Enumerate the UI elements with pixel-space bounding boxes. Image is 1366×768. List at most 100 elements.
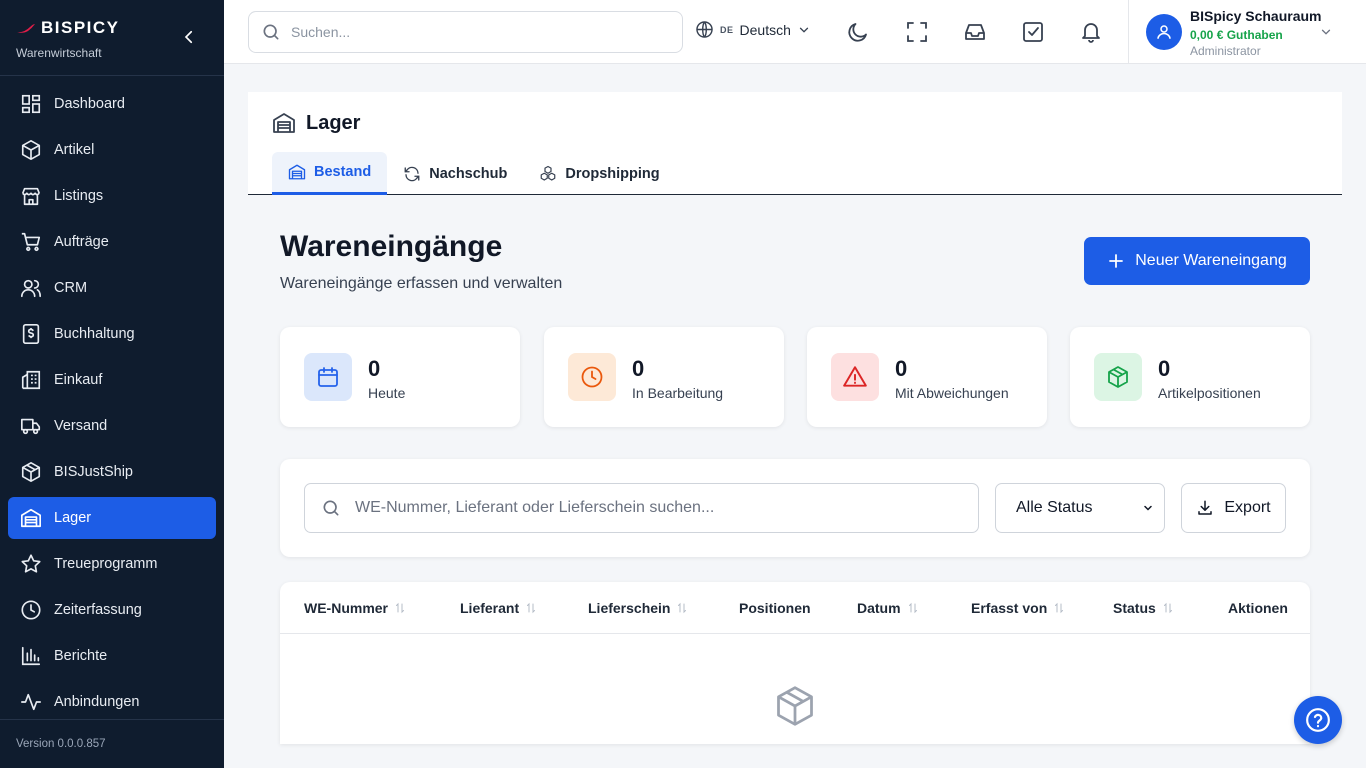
sidebar-item-lager[interactable]: Lager xyxy=(8,497,216,539)
section-subheading: Wareneingänge erfassen und verwalten xyxy=(280,275,563,292)
stat-card-article-positions: 0 Artikelpositionen xyxy=(1070,327,1310,427)
column-header-aktionen: Aktionen xyxy=(1228,600,1288,616)
sidebar-item-zeiterfassung[interactable]: Zeiterfassung xyxy=(8,589,216,631)
stat-value: 0 xyxy=(632,356,645,381)
stat-card-today: 0 Heute xyxy=(280,327,520,427)
language-selector[interactable]: DE Deutsch xyxy=(695,20,811,39)
chevron-down-icon xyxy=(799,27,809,33)
help-button[interactable] xyxy=(1294,696,1342,744)
user-menu[interactable]: BISpicy Schauraum 0,00 € Guthaben Admini… xyxy=(1128,0,1366,64)
search-icon xyxy=(263,24,279,40)
sidebar-item-label: Anbindungen xyxy=(54,694,140,710)
sidebar-item-auftraege[interactable]: Aufträge xyxy=(8,221,216,263)
sidebar-item-einkauf[interactable]: Einkauf xyxy=(8,359,216,401)
activity-icon xyxy=(21,693,41,711)
section-heading: Wareneingänge xyxy=(280,230,503,263)
chevron-down-icon xyxy=(1144,505,1152,511)
sidebar-item-artikel[interactable]: Artikel xyxy=(8,129,216,171)
sidebar-item-label: Lager xyxy=(54,510,92,526)
truck-icon xyxy=(21,418,41,435)
sidebar-item-label: Zeiterfassung xyxy=(54,602,142,618)
star-icon xyxy=(21,554,41,573)
brand-logo[interactable]: BISPICY xyxy=(16,18,120,38)
sidebar-item-dashboard[interactable]: Dashboard xyxy=(8,83,216,125)
column-label: Positionen xyxy=(739,600,811,616)
table-header: WE-Nummer Lieferant Lieferschein Positio… xyxy=(280,582,1310,634)
sidebar-item-label: Dashboard xyxy=(54,96,125,112)
column-label: Lieferschein xyxy=(588,600,671,616)
user-icon xyxy=(1157,25,1171,39)
status-filter-value: Alle Status xyxy=(1016,499,1093,516)
stat-label: In Bearbeitung xyxy=(632,385,724,401)
sidebar-item-bisjustship[interactable]: BISJustShip xyxy=(8,451,216,493)
topbar: DE Deutsch BISpicy Schauraum 0,00 € Guth… xyxy=(224,0,1366,64)
warehouse-icon xyxy=(21,508,41,528)
boxes-icon xyxy=(541,165,556,181)
goods-receipt-search[interactable] xyxy=(304,483,979,533)
new-goods-receipt-label: Neuer Wareneingang xyxy=(1135,252,1287,269)
tasks-checkbox-icon[interactable] xyxy=(1021,20,1045,44)
dark-mode-moon-icon[interactable] xyxy=(846,20,870,44)
search-icon xyxy=(323,500,339,516)
sidebar-item-label: Aufträge xyxy=(54,234,109,250)
filter-bar: Alle Status Export xyxy=(280,459,1310,557)
stat-value: 0 xyxy=(895,356,908,381)
column-header-status[interactable]: Status xyxy=(1113,600,1174,616)
export-button[interactable]: Export xyxy=(1181,483,1286,533)
goods-receipt-table: WE-Nummer Lieferant Lieferschein Positio… xyxy=(280,582,1310,744)
user-role: Administrator xyxy=(1190,44,1261,58)
sidebar-item-anbindungen[interactable]: Anbindungen xyxy=(8,681,216,723)
tab-bar: Bestand Nachschub Dropshipping xyxy=(272,152,676,195)
stat-icon-box xyxy=(304,353,352,401)
status-filter-select[interactable]: Alle Status xyxy=(995,483,1165,533)
sort-icon xyxy=(908,602,917,614)
column-header-lieferschein[interactable]: Lieferschein xyxy=(588,600,688,616)
chevron-down-icon xyxy=(1321,29,1331,35)
fullscreen-icon[interactable] xyxy=(905,20,929,44)
sidebar-item-crm[interactable]: CRM xyxy=(8,267,216,309)
store-icon xyxy=(21,187,41,206)
global-search-input[interactable] xyxy=(291,24,661,40)
warehouse-icon xyxy=(273,113,295,133)
tab-dropshipping[interactable]: Dropshipping xyxy=(523,152,675,195)
column-header-lieferant[interactable]: Lieferant xyxy=(460,600,537,616)
dashboard-icon xyxy=(21,94,41,114)
inbox-icon[interactable] xyxy=(963,20,987,44)
column-label: Datum xyxy=(857,600,901,616)
sort-icon xyxy=(678,602,687,614)
clock-icon xyxy=(21,600,41,620)
sidebar-item-label: Treueprogramm xyxy=(54,556,158,572)
sidebar-item-versand[interactable]: Versand xyxy=(8,405,216,447)
language-code: DE xyxy=(720,24,734,35)
stat-value: 0 xyxy=(368,356,381,381)
new-goods-receipt-button[interactable]: Neuer Wareneingang xyxy=(1084,237,1310,285)
sidebar-item-treueprogramm[interactable]: Treueprogramm xyxy=(8,543,216,585)
column-header-erfasst-von[interactable]: Erfasst von xyxy=(971,600,1065,616)
brand-subtitle: Warenwirtschaft xyxy=(16,46,102,60)
sidebar-item-label: Artikel xyxy=(54,142,95,158)
sidebar-item-listings[interactable]: Listings xyxy=(8,175,216,217)
warehouse-icon xyxy=(288,164,306,180)
sidebar-item-berichte[interactable]: Berichte xyxy=(8,635,216,677)
sidebar-item-buchhaltung[interactable]: Buchhaltung xyxy=(8,313,216,355)
column-header-datum[interactable]: Datum xyxy=(857,600,919,616)
sidebar-item-label: Versand xyxy=(54,418,108,434)
chili-logo-icon xyxy=(17,24,35,33)
tab-nachschub[interactable]: Nachschub xyxy=(387,152,523,195)
user-balance: 0,00 € Guthaben xyxy=(1190,28,1283,42)
column-header-we-nummer[interactable]: WE-Nummer xyxy=(304,600,406,616)
sidebar-item-label: Einkauf xyxy=(54,372,103,388)
stat-card-in-progress: 0 In Bearbeitung xyxy=(544,327,784,427)
users-icon xyxy=(21,279,41,298)
sidebar-item-label: Listings xyxy=(54,188,104,204)
tab-bestand[interactable]: Bestand xyxy=(272,152,388,195)
global-search[interactable] xyxy=(248,11,683,53)
building-icon xyxy=(21,370,41,390)
calendar-icon xyxy=(318,367,338,387)
column-label: WE-Nummer xyxy=(304,600,389,616)
page-header: Lager Bestand Nachschub Dropshipping xyxy=(248,92,1342,195)
bell-icon[interactable] xyxy=(1079,20,1103,44)
goods-receipt-search-input[interactable] xyxy=(355,499,955,517)
collapse-sidebar-icon[interactable] xyxy=(180,28,198,46)
stat-label: Heute xyxy=(368,385,406,401)
